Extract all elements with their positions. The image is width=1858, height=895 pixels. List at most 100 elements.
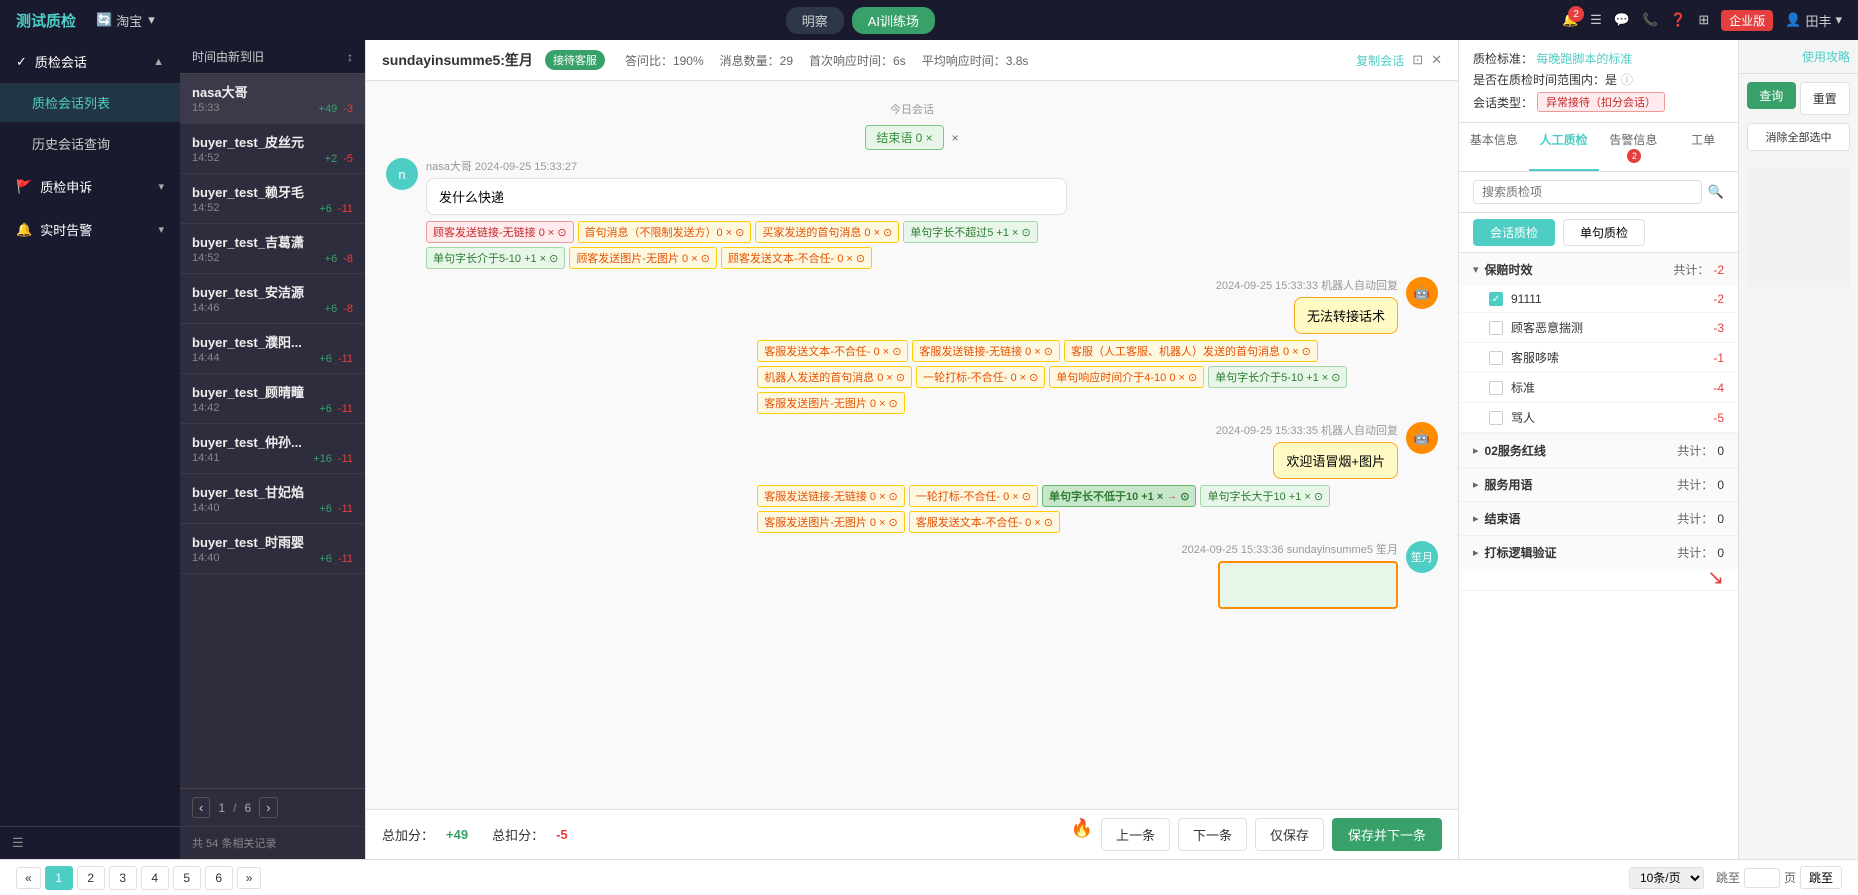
chat-icon[interactable]: 💬 <box>1614 12 1630 28</box>
save-next-btn[interactable]: 保存并下一条 <box>1332 818 1442 851</box>
tag-2-1[interactable]: 客服发送文本-不合任- 0 × ⊙ <box>757 340 908 362</box>
tag-close[interactable]: ⊙ <box>1331 371 1340 384</box>
close-icon[interactable]: ✕ <box>1431 52 1442 69</box>
page-3-btn[interactable]: 3 <box>109 866 137 890</box>
tag-close[interactable]: ⊙ <box>1044 345 1053 358</box>
tag-close[interactable]: ⊙ <box>1314 490 1323 503</box>
reset-btn[interactable]: 重置 <box>1800 82 1851 115</box>
notification-icon[interactable]: 🔔 2 <box>1562 12 1578 28</box>
quality-std-link[interactable]: 每晚跑脚本的标准 <box>1536 52 1632 66</box>
per-page-select[interactable]: 10条/页 <box>1629 867 1704 889</box>
tag-2-8[interactable]: 客服发送图片-无图片 0 × ⊙ <box>757 392 905 414</box>
section-redline-header[interactable]: ▸ 02服务红线 共计：0 <box>1459 434 1738 467</box>
page-4-btn[interactable]: 4 <box>141 866 169 890</box>
next-btn[interactable]: 下一条 <box>1178 818 1247 851</box>
page-5-btn[interactable]: 5 <box>173 866 201 890</box>
checkbox-evil[interactable] <box>1489 321 1503 335</box>
tag-1-1[interactable]: 顾客发送链接-无链接 0 × ⊙ <box>426 221 574 243</box>
sidebar-item-quality-list[interactable]: 质检会话列表 <box>0 83 180 122</box>
section-phrase-header[interactable]: ▸ 服务用语 共计：0 <box>1459 468 1738 501</box>
tag-1-4[interactable]: 单句字长不超过5 +1 × ⊙ <box>903 221 1037 243</box>
conv-item-1[interactable]: buyer_test_皮丝元 14:52 +2 -5 <box>180 124 365 174</box>
tab-manual-quality[interactable]: 人工质检 <box>1529 123 1599 171</box>
tag-close[interactable]: ⊙ <box>735 226 744 239</box>
checkbox-91111[interactable]: ✓ <box>1489 292 1503 306</box>
tag-close[interactable]: ⊙ <box>883 226 892 239</box>
qt-tab-sentence[interactable]: 单句质检 <box>1563 219 1645 246</box>
tab-ticket[interactable]: 工单 <box>1668 123 1738 171</box>
search-icon[interactable]: 🔍 <box>1708 184 1724 200</box>
platform-selector[interactable]: 🔄 淘宝 ▾ <box>96 11 159 30</box>
first-page-btn[interactable]: « <box>16 867 41 889</box>
query-btn[interactable]: 查询 <box>1747 82 1796 109</box>
tag-close[interactable]: ⊙ <box>557 226 566 239</box>
tag-close[interactable]: ⊙ <box>892 345 901 358</box>
user-menu[interactable]: 👤 田丰 ▾ <box>1785 11 1842 30</box>
tag-2-6[interactable]: 单句响应时间介于4-10 0 × ⊙ <box>1049 366 1204 388</box>
tag-close[interactable]: ⊙ <box>701 252 710 265</box>
conv-item-8[interactable]: buyer_test_甘妃焰 14:40 +6 -11 <box>180 474 365 524</box>
conv-item-0[interactable]: nasa大哥 15:33 +49 -3 <box>180 74 365 124</box>
search-input[interactable] <box>1473 180 1702 204</box>
sidebar-item-quality-check[interactable]: ✓ 质检会话 ▲ <box>0 40 180 83</box>
tag-close[interactable]: ⊙ <box>549 252 558 265</box>
checkbox-abuse[interactable] <box>1489 411 1503 425</box>
tag-1-5[interactable]: 单句字长介于5-10 +1 × ⊙ <box>426 247 565 269</box>
grid-icon[interactable]: ⊞ <box>1698 12 1709 28</box>
page-1-btn[interactable]: 1 <box>45 866 73 890</box>
tag-2-5[interactable]: 一轮打标-不合任- 0 × ⊙ <box>916 366 1045 388</box>
page-6-btn[interactable]: 6 <box>205 866 233 890</box>
copy-chat-btn[interactable]: 复制会话 <box>1356 52 1404 69</box>
minimize-icon[interactable]: ⊡ <box>1412 52 1423 69</box>
tag-close[interactable]: ⊙ <box>1044 516 1053 529</box>
menu-icon[interactable]: ☰ <box>1590 12 1602 28</box>
last-page-btn[interactable]: » <box>237 867 262 889</box>
tag-close[interactable]: ⊙ <box>889 516 898 529</box>
help-icon[interactable]: ❓ <box>1670 12 1686 28</box>
conv-item-6[interactable]: buyer_test_顾晴疃 14:42 +6 -11 <box>180 374 365 424</box>
tag-2-3[interactable]: 客服（人工客服、机器人）发送的首句消息 0 × ⊙ <box>1064 340 1318 362</box>
tag-1-2[interactable]: 首句消息（不限制发送方）0 × ⊙ <box>578 221 752 243</box>
usage-guide-link[interactable]: 使用攻略 <box>1802 48 1850 65</box>
conv-item-7[interactable]: buyer_test_仲孙... 14:41 +16 -11 <box>180 424 365 474</box>
tag-1-6[interactable]: 顾客发送图片-无图片 0 × ⊙ <box>569 247 717 269</box>
tag-2-2[interactable]: 客服发送链接-无链接 0 × ⊙ <box>912 340 1060 362</box>
tag-2-4[interactable]: 机器人发送的首句消息 0 × ⊙ <box>757 366 912 388</box>
prev-btn[interactable]: 上一条 <box>1101 818 1170 851</box>
qt-tab-session[interactable]: 会话质检 <box>1473 219 1555 246</box>
tag-3-2[interactable]: 一轮打标-不合任- 0 × ⊙ <box>909 485 1038 507</box>
tag-1-7[interactable]: 顾客发送文本-不合任- 0 × ⊙ <box>721 247 872 269</box>
tag-1-3[interactable]: 买家发送的首句消息 0 × ⊙ <box>755 221 899 243</box>
mingcha-tab[interactable]: 明察 <box>786 7 844 34</box>
conv-item-9[interactable]: buyer_test_时雨婴 14:40 +6 -11 <box>180 524 365 574</box>
conv-item-2[interactable]: buyer_test_赖牙毛 14:52 +6 -11 <box>180 174 365 224</box>
ai-training-tab[interactable]: AI训练场 <box>852 7 935 34</box>
tag-close[interactable]: ⊙ <box>896 371 905 384</box>
clear-selection-btn[interactable]: 消除全部选中 <box>1747 123 1850 151</box>
save-only-btn[interactable]: 仅保存 <box>1255 818 1324 851</box>
sort-icon[interactable]: ↕ <box>347 50 353 64</box>
tag-close[interactable]: ⊙ <box>1188 371 1197 384</box>
sidebar-item-realtime-alert[interactable]: 🔔 实时告警 ▾ <box>0 208 180 251</box>
section-closing-header[interactable]: ▸ 结束语 共计：0 <box>1459 502 1738 535</box>
tag-close[interactable]: ⊙ <box>856 252 865 265</box>
tag-close[interactable]: ⊙ <box>1029 371 1038 384</box>
tag-close[interactable]: ⊙ <box>1021 226 1030 239</box>
section-warranty-header[interactable]: ▾ 保赔时效 共计：-2 <box>1459 253 1738 286</box>
prev-page-btn[interactable]: ‹ <box>192 797 210 818</box>
conv-item-5[interactable]: buyer_test_濮阳... 14:44 +6 -11 <box>180 324 365 374</box>
tab-alert-info[interactable]: 告警信息 2 <box>1599 123 1669 171</box>
checkbox-standard[interactable] <box>1489 381 1503 395</box>
tag-close[interactable]: ⊙ <box>889 490 898 503</box>
next-page-btn[interactable]: › <box>259 797 277 818</box>
tag-close[interactable]: ⊙ <box>889 397 898 410</box>
tag-3-6[interactable]: 客服发送文本-不合任- 0 × ⊙ <box>909 511 1060 533</box>
phone-icon[interactable]: 📞 <box>1642 12 1658 28</box>
tag-3-3[interactable]: 单句字长不低于10 +1 × → ⊙ <box>1042 485 1197 507</box>
sidebar-item-appeal[interactable]: 🚩 质检申诉 ▾ <box>0 165 180 208</box>
conv-item-3[interactable]: buyer_test_吉葛潇 14:52 +6 -8 <box>180 224 365 274</box>
tag-close[interactable]: ⊙ <box>1180 490 1189 503</box>
tag-close[interactable]: ⊙ <box>1022 490 1031 503</box>
tag-2-7[interactable]: 单句字长介于5-10 +1 × ⊙ <box>1208 366 1347 388</box>
conv-item-4[interactable]: buyer_test_安洁源 14:46 +6 -8 <box>180 274 365 324</box>
